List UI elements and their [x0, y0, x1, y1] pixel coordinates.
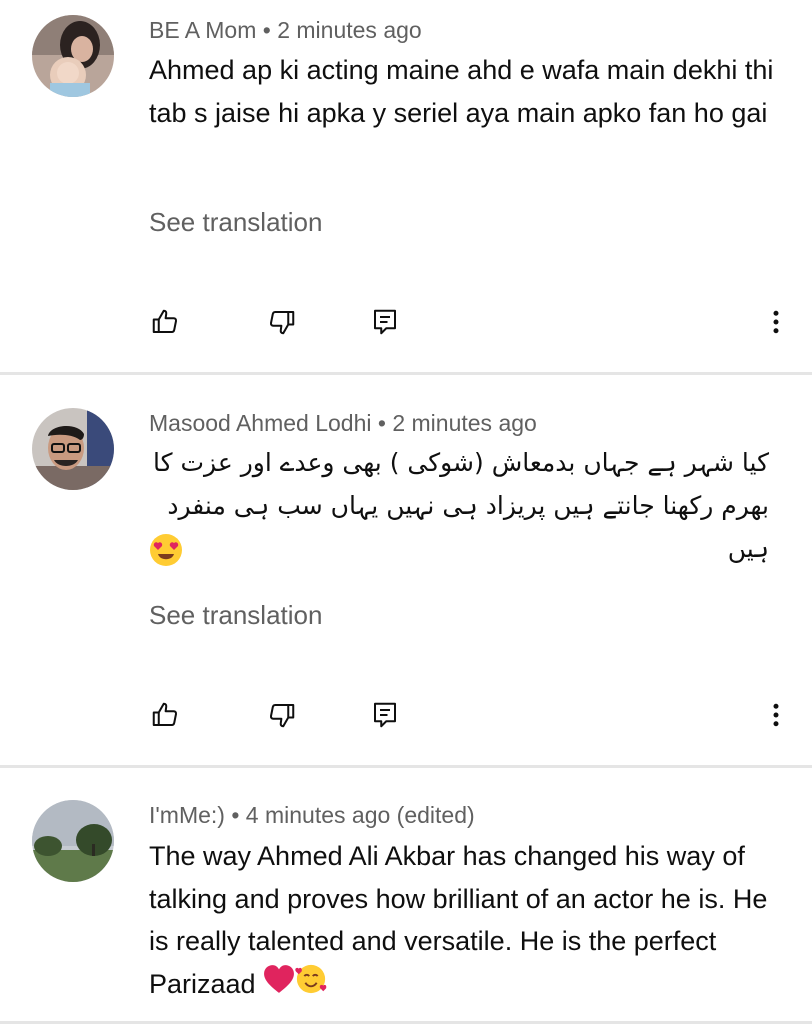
thumbs-down-icon: [269, 311, 295, 335]
more-vert-icon: [773, 703, 779, 727]
comment-1: BE A Mom • 2 minutes ago Ahmed ap ki act…: [0, 0, 812, 372]
thumbs-up-icon: [152, 702, 178, 726]
avatar[interactable]: [32, 15, 114, 97]
comment-actions: [0, 302, 812, 342]
dislike-button[interactable]: [262, 695, 302, 735]
thumbs-up-icon: [152, 309, 178, 333]
comment-meta: Masood Ahmed Lodhi • 2 minutes ago: [149, 408, 537, 438]
timestamp: 2 minutes ago: [392, 410, 537, 436]
comment-meta: BE A Mom • 2 minutes ago: [149, 15, 422, 45]
reply-button[interactable]: [365, 302, 405, 342]
comment-text: The way Ahmed Ali Akbar has changed his …: [149, 835, 789, 1008]
comment-3: I'mMe:) • 4 minutes ago (edited) The way…: [0, 768, 812, 1024]
comment-text-content: The way Ahmed Ali Akbar has changed his …: [149, 841, 768, 999]
comment-text-content: کیا شہر ہے جہاں بدمعاش (شوکی ) بھی وعدے …: [153, 448, 769, 563]
separator: •: [256, 17, 278, 43]
heart-eyes-emoji: [149, 533, 183, 567]
separator: •: [371, 410, 393, 436]
separator: •: [224, 802, 246, 828]
more-options-button[interactable]: [756, 302, 796, 342]
dislike-button[interactable]: [262, 302, 302, 342]
like-button[interactable]: [145, 695, 185, 735]
like-button[interactable]: [145, 302, 185, 342]
timestamp: 2 minutes ago: [277, 17, 422, 43]
avatar-image: [32, 408, 114, 490]
author-name[interactable]: I'mMe:): [149, 802, 225, 828]
comment-actions: [0, 695, 812, 735]
avatar[interactable]: [32, 800, 114, 882]
author-name[interactable]: BE A Mom: [149, 17, 256, 43]
reply-comment-icon: [374, 309, 396, 335]
comment-text: Ahmed ap ki acting maine ahd e wafa main…: [149, 55, 774, 128]
see-translation-button[interactable]: See translation: [149, 598, 322, 632]
smiling-face-with-hearts-emoji: [295, 963, 327, 1008]
comment-meta: I'mMe:) • 4 minutes ago (edited): [149, 800, 475, 830]
reply-comment-icon: [374, 702, 396, 728]
more-options-button[interactable]: [756, 695, 796, 735]
avatar-image: [32, 800, 114, 882]
thumbs-down-icon: [269, 704, 295, 728]
comment-text: کیا شہر ہے جہاں بدمعاش (شوکی ) بھی وعدے …: [149, 441, 769, 570]
timestamp: 4 minutes ago (edited): [245, 802, 475, 828]
red-heart-emoji: [263, 964, 295, 1007]
avatar[interactable]: [32, 408, 114, 490]
author-name[interactable]: Masood Ahmed Lodhi: [149, 410, 372, 436]
more-vert-icon: [773, 310, 779, 334]
avatar-image: [32, 15, 114, 97]
reply-button[interactable]: [365, 695, 405, 735]
comment-2: Masood Ahmed Lodhi • 2 minutes ago کیا ش…: [0, 375, 812, 765]
see-translation-button[interactable]: See translation: [149, 205, 322, 239]
